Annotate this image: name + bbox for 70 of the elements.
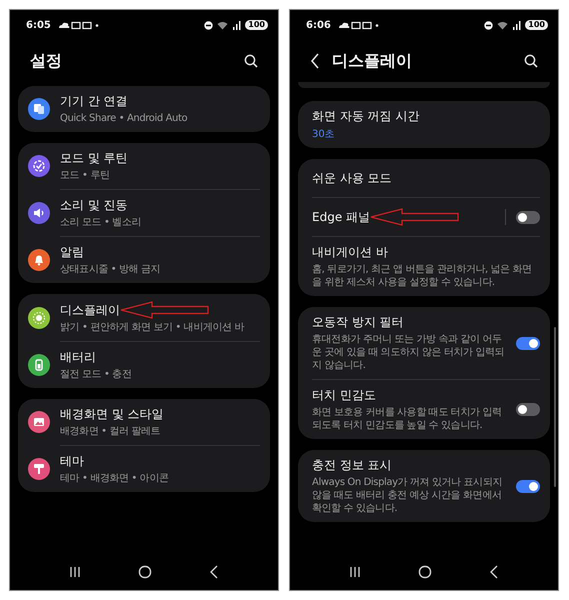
settings-item[interactable]: 기기 간 연결 Quick Share • Android Auto <box>18 86 270 132</box>
settings-item[interactable]: 소리 및 진동 소리 모드 • 벨소리 <box>18 190 270 236</box>
battery-indicator: 100 <box>525 20 548 30</box>
back-icon[interactable] <box>209 565 220 579</box>
settings-item[interactable]: 터치 민감도 화면 보호용 커버를 사용할 때도 터치가 입력되도록 터치 민감도를 높일 수 있습니다. <box>298 380 550 439</box>
item-description: 테마 • 배경화면 • 아이콘 <box>60 472 170 485</box>
settings-item[interactable]: 쉬운 사용 모드 <box>298 159 550 197</box>
item-title: 오동작 방지 필터 <box>312 314 404 331</box>
settings-item[interactable]: 알림 상태표시줄 • 방해 금지 <box>18 237 270 283</box>
settings-item[interactable]: 화면 자동 꺼짐 시간 30초 <box>298 101 550 148</box>
signal-icon <box>512 20 522 30</box>
screen-title: 디스플레이 <box>332 50 412 72</box>
item-title: Edge 패널 <box>312 208 370 226</box>
toggle-switch[interactable] <box>516 480 540 492</box>
status-time: 6:06 <box>306 20 331 30</box>
signal-icon <box>232 20 242 30</box>
settings-item[interactable]: 오동작 방지 필터 휴대전화가 주머니 또는 가방 속과 같이 어두운 곳에 있을 때 의도하지 않은 터치가 입력되지 않습니다. <box>298 307 550 379</box>
item-description: 화면 보호용 커버를 사용할 때도 터치가 입력되도록 터치 민감도를 높일 수 있습니다. <box>312 406 502 432</box>
item-description: Always On Display가 꺼져 있거나 표시되지 않을 때도 배터리 충전 예상 시간을 화면에서 확인할 수 있습니다. <box>312 476 504 515</box>
settings-item[interactable]: 배경화면 및 스타일 배경화면 • 컬러 팔레트 <box>18 399 270 445</box>
item-title: 알림 <box>60 244 84 261</box>
item-title: 기기 간 연결 <box>60 93 128 110</box>
screen-title: 설정 <box>30 50 62 72</box>
toggle-switch[interactable] <box>516 336 540 350</box>
item-title: 내비게이션 바 <box>312 244 388 261</box>
settings-item[interactable]: 모드 및 루틴 모드 • 루틴 <box>18 143 270 189</box>
item-title: 모드 및 루틴 <box>60 150 128 167</box>
home-button-icon[interactable] <box>418 565 432 579</box>
status-time: 6:05 <box>26 20 51 30</box>
toggle-switch[interactable] <box>516 403 540 416</box>
item-description: 상태표시줄 • 방해 금지 <box>60 263 162 276</box>
item-description: 절전 모드 • 충전 <box>60 368 132 381</box>
item-description: 소리 모드 • 벨소리 <box>60 216 142 229</box>
search-icon[interactable] <box>524 54 538 68</box>
recents-icon[interactable] <box>68 566 81 578</box>
item-title: 충전 정보 표시 <box>312 457 392 474</box>
item-description: 홈, 뒤로가기, 최근 앱 버튼을 관리하거나, 넓은 화면을 위한 제스처 사용을 설정할 수 있습니다. <box>312 263 533 289</box>
recents-icon[interactable] <box>348 566 361 578</box>
item-description: Quick Share • Android Auto <box>60 112 188 125</box>
item-title: 터치 민감도 <box>312 387 376 404</box>
item-description: 밝기 • 편안하게 화면 보기 • 내비게이션 바 <box>60 321 246 334</box>
item-title: 배경화면 및 스타일 <box>60 406 164 423</box>
item-value: 30초 <box>312 128 336 141</box>
item-description: 휴대전화가 주머니 또는 가방 속과 같이 어두운 곳에 있을 때 의도하지 않은 터치가 입력되지 않습니다. <box>312 333 506 372</box>
settings-item[interactable]: 배터리 절전 모드 • 충전 <box>18 342 270 388</box>
wifi-icon <box>217 20 228 30</box>
search-icon[interactable] <box>244 54 258 68</box>
settings-item[interactable]: Edge 패널 <box>298 198 550 236</box>
settings-item[interactable]: 충전 정보 표시 Always On Display가 꺼져 있거나 표시되지 않을 때도 배터리 충전 예상 시간을 화면에서 확인할 수 있습니다. <box>298 450 550 522</box>
item-description: 배경화면 • 컬러 팔레트 <box>60 425 162 438</box>
status-icons <box>338 20 380 30</box>
home-button-icon[interactable] <box>138 565 152 579</box>
item-title: 쉬운 사용 모드 <box>312 170 392 186</box>
wifi-icon <box>497 20 508 30</box>
settings-item[interactable]: 디스플레이 밝기 • 편안하게 화면 보기 • 내비게이션 바 <box>18 294 270 341</box>
item-description: 모드 • 루틴 <box>60 169 110 182</box>
settings-item[interactable]: 내비게이션 바 홈, 뒤로가기, 최근 앱 버튼을 관리하거나, 넓은 화면을 위한 제스처 사용을 설정할 수 있습니다. <box>298 237 550 296</box>
do-not-disturb-icon <box>484 20 494 30</box>
item-title: 배터리 <box>60 349 96 366</box>
item-title: 소리 및 진동 <box>60 197 128 214</box>
item-title: 테마 <box>60 453 84 470</box>
item-title: 화면 자동 꺼짐 시간 <box>312 108 420 125</box>
battery-indicator: 100 <box>245 20 268 30</box>
settings-item[interactable]: 테마 테마 • 배경화면 • 아이콘 <box>18 446 270 492</box>
do-not-disturb-icon <box>204 20 214 30</box>
status-icons <box>58 20 100 30</box>
item-title: 디스플레이 <box>60 302 120 318</box>
back-icon[interactable] <box>310 53 320 69</box>
toggle-switch[interactable] <box>516 210 540 224</box>
back-icon[interactable] <box>489 565 500 579</box>
